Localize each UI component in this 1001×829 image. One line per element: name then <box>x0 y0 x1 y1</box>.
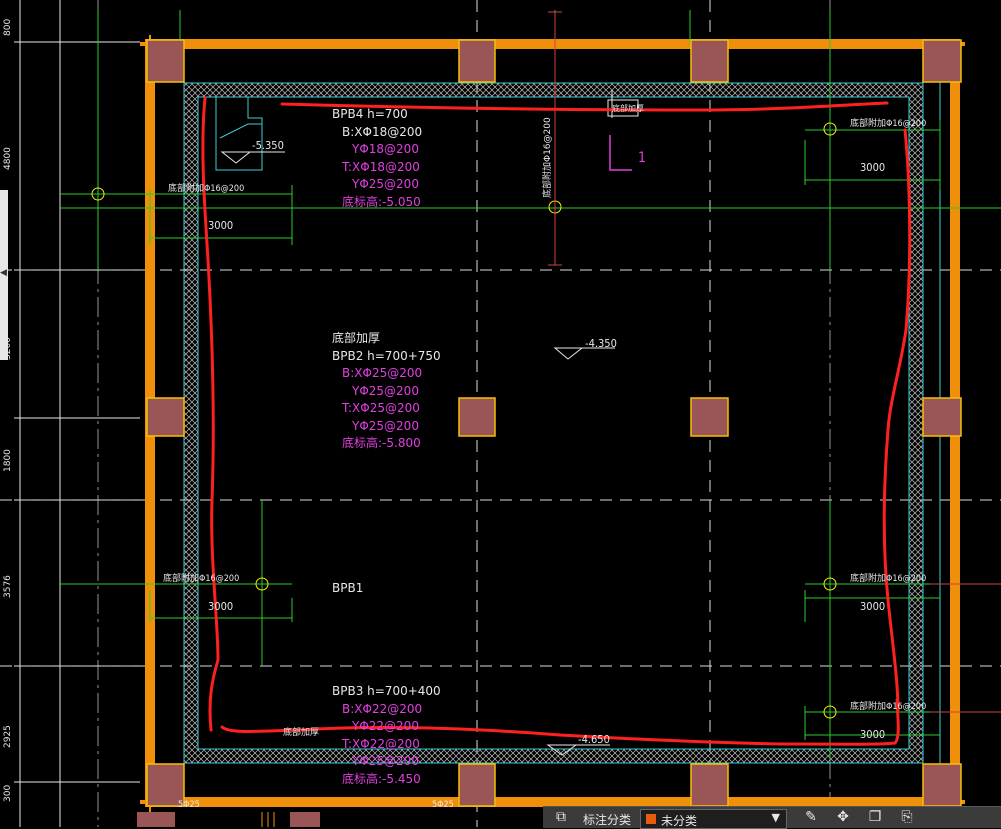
annotate-icon[interactable]: ✎ <box>801 809 821 827</box>
slab-label-line: 底部加厚 <box>332 331 381 345</box>
slab-label-line: YΦ25@200 <box>352 177 419 191</box>
slab-label-line: YΦ18@200 <box>352 142 419 156</box>
section-mark: 1 <box>638 150 647 166</box>
extra-rebar-note: 底部附加Φ16@200 <box>163 574 240 584</box>
slab-label-line: T:XΦ25@200 <box>342 401 420 415</box>
slab-label-line: BPB3 h=700+400 <box>332 684 441 698</box>
left-dimension-lines <box>14 0 140 827</box>
row-dim-300: 300 <box>3 784 13 802</box>
slab-label-line: 底标高:-5.800 <box>342 436 421 450</box>
extra-rebar-note: 底部附加Φ16@200 <box>850 702 927 712</box>
chevron-down-icon[interactable]: ▼ <box>772 811 780 824</box>
slab-label-line: YΦ22@200 <box>352 719 419 733</box>
extra-rebar-note: 底部附加Φ16@200 <box>850 574 927 584</box>
bottom-mark: 5Φ25 <box>432 800 454 810</box>
slab-label-line: B:XΦ22@200 <box>342 701 423 716</box>
slab-label-bpb3: BPB3 h=700+400 B:XΦ22@200 YΦ22@200 T:XΦ22@2… <box>332 683 441 788</box>
slab-label-line: BPB2 h=700+750 <box>332 348 441 363</box>
slab-label-bpb4: BPB4 h=700 B:XΦ18@200 YΦ18@200 T:XΦ18@200 YΦ… <box>332 106 422 211</box>
layers-icon[interactable]: ⧉ <box>551 809 571 827</box>
row-dim-800: 800 <box>3 18 13 36</box>
slab-label-line: BPB4 h=700 <box>332 107 408 121</box>
rebar-length: 3000 <box>860 600 886 613</box>
annotation-toolbar: ⧉ 标注分类 未分类 ▼ ✎ ✥ ❐ ⎘ <box>543 806 1001 829</box>
collapse-arrow-icon[interactable]: ◀ <box>0 268 7 278</box>
revision-cloud <box>201 96 912 746</box>
category-color-swatch <box>646 814 656 824</box>
row-dim-2925: 2925 <box>3 725 13 748</box>
slab-label-bpb2: 底部加厚 BPB2 h=700+750 B:XΦ25@200 YΦ25@200 T:XΦ… <box>332 330 441 453</box>
row-dim-3576: 3576 <box>3 575 13 598</box>
section-label: 底部加厚 <box>612 104 644 113</box>
row-dim-1800: 1800 <box>3 449 13 472</box>
elevation-label: -5.350 <box>252 139 284 152</box>
columns <box>146 39 962 807</box>
rebar-length: 3000 <box>208 219 234 232</box>
pit-detail <box>215 96 263 171</box>
bottom-mark: 5Φ25 <box>178 800 200 810</box>
slab-label-line: BPB1 <box>332 581 364 595</box>
slab-label-bpb1: BPB1 <box>332 580 363 598</box>
extra-rebar-note: 底部附加Φ16@200 <box>168 184 245 194</box>
slab-label-line: B:XΦ18@200 <box>342 124 423 139</box>
row-dim-4800: 4800 <box>3 147 13 170</box>
hatch-ring <box>184 83 923 763</box>
rebar-length: 3000 <box>860 728 886 741</box>
paste-icon[interactable]: ⎘ <box>897 809 917 827</box>
extra-rebar-note-vertical: 底部附加Φ16@200 <box>543 117 553 198</box>
copy-icon[interactable]: ❐ <box>865 809 885 827</box>
slab-label-line: T:XΦ22@200 <box>342 736 420 751</box>
elevation-label: -4.350 <box>585 337 617 350</box>
annotation-category-label: 标注分类 <box>583 813 632 827</box>
slab-label-line: B:XΦ25@200 <box>342 366 423 380</box>
slab-label-line: T:XΦ18@200 <box>342 159 420 174</box>
annotation-category-select[interactable]: 未分类 ▼ <box>640 809 787 829</box>
side-panel-handle[interactable]: ◀ <box>0 190 8 360</box>
slab-label-line: YΦ25@200 <box>352 418 419 433</box>
thicken-note: 底部加厚 <box>283 728 320 738</box>
category-selected-value: 未分类 <box>661 814 698 828</box>
slab-label-line: 底标高:-5.450 <box>342 771 421 786</box>
move-icon[interactable]: ✥ <box>833 809 853 827</box>
slab-label-line: YΦ25@200 <box>352 754 419 768</box>
extra-rebar-note: 底部附加Φ16@200 <box>850 119 927 129</box>
rebar-length: 3000 <box>860 161 886 174</box>
elevation-label: -4.650 <box>578 733 610 746</box>
rebar-length: 3000 <box>208 600 234 613</box>
slab-label-line: YΦ25@200 <box>352 383 419 398</box>
slab-label-line: 底标高:-5.050 <box>342 194 421 209</box>
